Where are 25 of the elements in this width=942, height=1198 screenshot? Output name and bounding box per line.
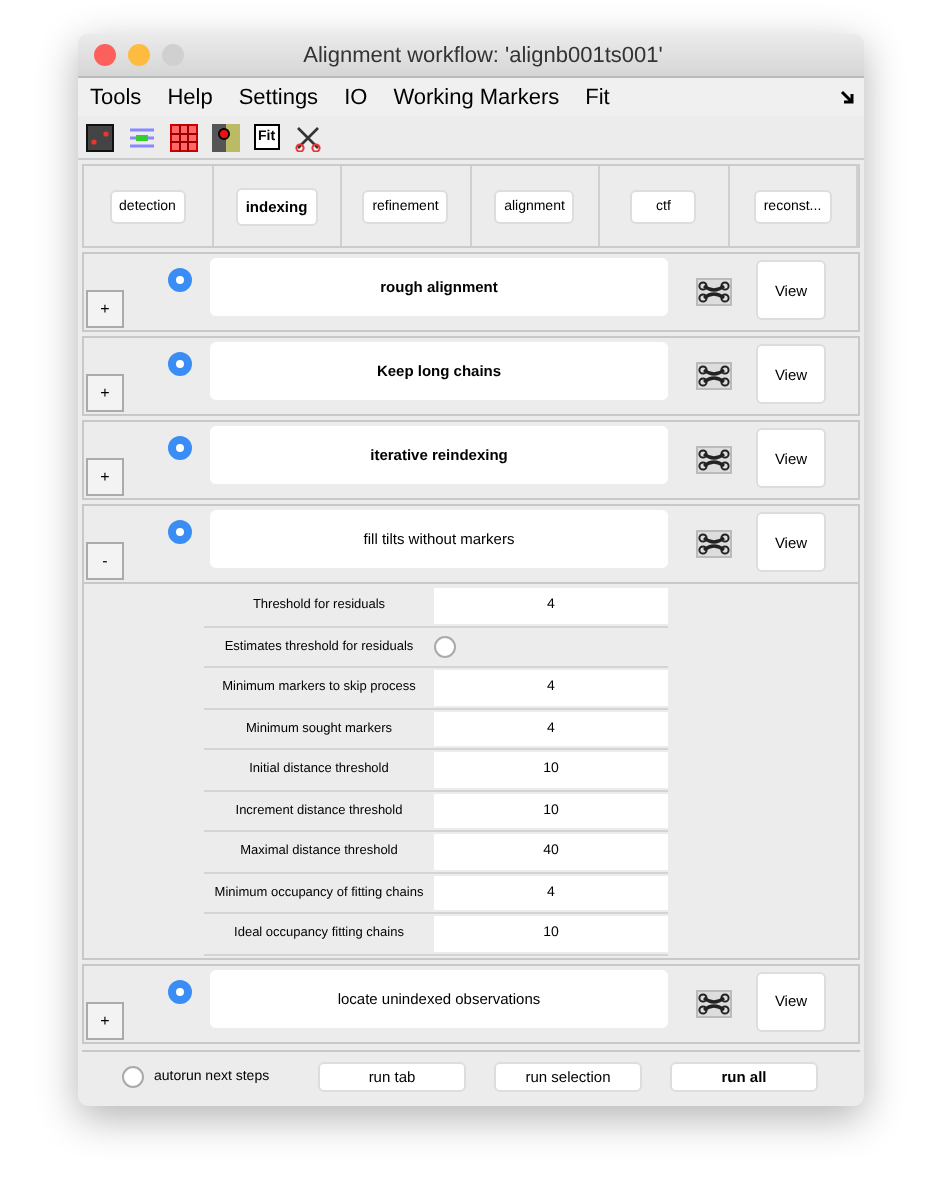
- radio-button[interactable]: [168, 436, 192, 460]
- radio-button[interactable]: [434, 635, 456, 658]
- menu-item[interactable]: Help: [167, 85, 213, 109]
- image-icon[interactable]: [86, 123, 114, 151]
- menu-item[interactable]: IO: [344, 85, 368, 109]
- radio-button[interactable]: [122, 1065, 144, 1087]
- radio-button[interactable]: [168, 352, 192, 376]
- toggle-button[interactable]: +: [86, 458, 124, 496]
- menu-item[interactable]: Fit: [585, 85, 610, 109]
- window-title: Alignment workflow: 'alignb001ts001': [301, 43, 665, 67]
- menu-item[interactable]: Tools: [90, 85, 142, 109]
- toggle-button[interactable]: +: [86, 290, 124, 328]
- radio-button[interactable]: [168, 268, 192, 292]
- grid-icon[interactable]: [170, 123, 198, 151]
- toggle-button[interactable]: +: [86, 374, 124, 412]
- resize-arrow-icon[interactable]: [840, 90, 856, 106]
- radio-button[interactable]: [168, 520, 192, 544]
- menu-item[interactable]: Working Markers: [393, 85, 560, 109]
- toggle-button[interactable]: +: [86, 1001, 124, 1039]
- toggle-button[interactable]: -: [86, 542, 124, 580]
- close-button[interactable]: [94, 44, 116, 66]
- menu-item[interactable]: Settings: [238, 85, 319, 109]
- layers-icon[interactable]: [128, 123, 156, 151]
- marker-icon[interactable]: [212, 123, 240, 151]
- radio-button[interactable]: [168, 979, 192, 1003]
